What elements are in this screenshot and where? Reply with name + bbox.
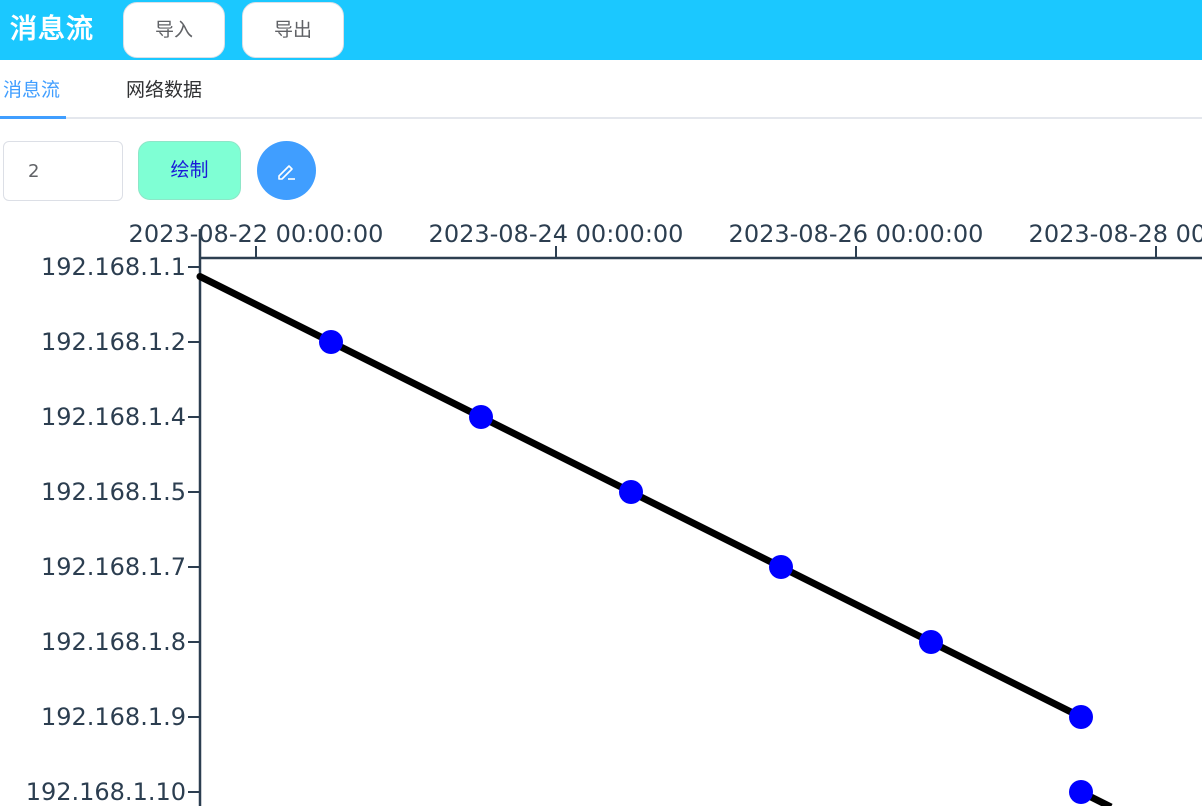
tab-message-flow[interactable]: 消息流 bbox=[3, 76, 60, 104]
import-button[interactable]: 导入 bbox=[123, 2, 225, 58]
message-point[interactable] bbox=[1069, 705, 1093, 729]
x-axis: 2023-08-22 00:00:00 2023-08-24 00:00:00 20… bbox=[129, 220, 1202, 260]
draw-button[interactable]: 绘制 bbox=[138, 141, 241, 200]
x-tick-label: 2023-08-26 00:00:00 bbox=[729, 220, 984, 248]
y-tick-label: 192.168.1.10 bbox=[26, 778, 186, 806]
y-tick-label: 192.168.1.1 bbox=[41, 253, 186, 281]
y-tick-label: 192.168.1.7 bbox=[41, 553, 186, 581]
y-tick-label: 192.168.1.8 bbox=[41, 628, 186, 656]
export-button[interactable]: 导出 bbox=[242, 2, 344, 58]
message-flow-chart: 2023-08-22 00:00:00 2023-08-24 00:00:00 20… bbox=[26, 220, 1202, 806]
message-point[interactable] bbox=[769, 555, 793, 579]
count-input[interactable] bbox=[3, 141, 123, 201]
message-point[interactable] bbox=[469, 405, 493, 429]
x-tick-label: 2023-08-28 00:00:00 bbox=[1029, 220, 1202, 248]
x-tick-label: 2023-08-24 00:00:00 bbox=[429, 220, 684, 248]
edit-button[interactable] bbox=[257, 141, 316, 200]
tab-divider bbox=[0, 117, 1202, 119]
message-point[interactable] bbox=[919, 630, 943, 654]
app-title: 消息流 bbox=[10, 14, 94, 45]
x-tick-label: 2023-08-22 00:00:00 bbox=[129, 220, 384, 248]
active-tab-indicator bbox=[0, 116, 66, 119]
y-tick-label: 192.168.1.2 bbox=[41, 328, 186, 356]
message-line bbox=[196, 273, 1113, 806]
message-point[interactable] bbox=[619, 480, 643, 504]
y-tick-label: 192.168.1.9 bbox=[41, 703, 186, 731]
y-tick-label: 192.168.1.4 bbox=[41, 403, 186, 431]
y-tick-label: 192.168.1.5 bbox=[41, 478, 186, 506]
pencil-icon bbox=[278, 165, 295, 180]
message-point[interactable] bbox=[1069, 780, 1093, 804]
y-axis: 192.168.1.1 192.168.1.2 192.168.1.4 192.168… bbox=[26, 229, 202, 806]
message-point[interactable] bbox=[319, 330, 343, 354]
tab-network-data[interactable]: 网络数据 bbox=[126, 76, 202, 104]
